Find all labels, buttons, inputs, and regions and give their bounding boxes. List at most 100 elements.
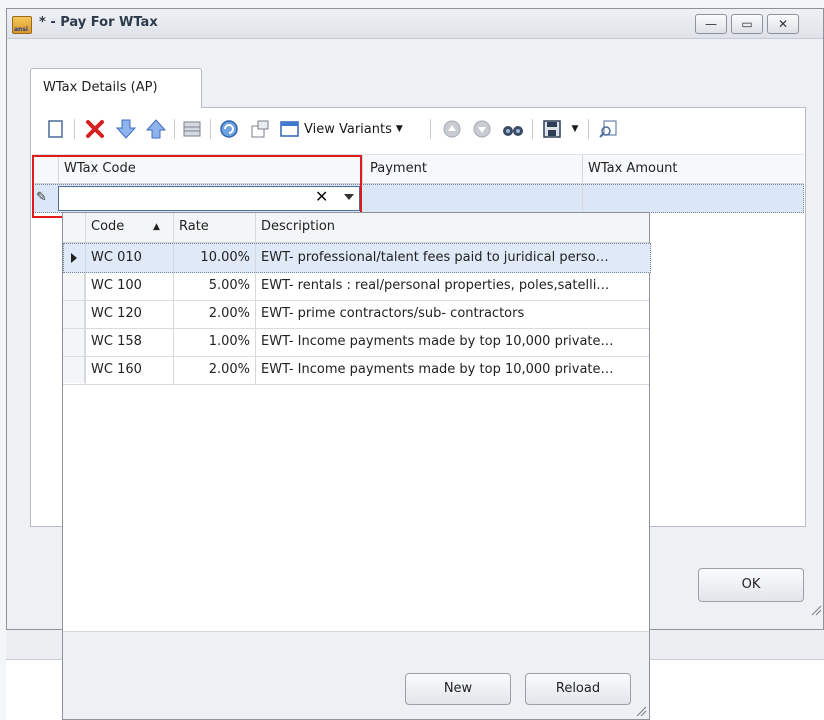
- title-bar[interactable]: ansi * - Pay For WTax — ▭ ✕: [7, 9, 823, 39]
- toolbar-separator: [210, 119, 211, 139]
- close-button[interactable]: ✕: [767, 14, 799, 34]
- view-variants-label: View Variants: [304, 121, 392, 137]
- app-icon-text: ansi: [14, 26, 28, 33]
- column-divider: [255, 272, 256, 300]
- column-divider: [255, 300, 256, 328]
- column-divider: [85, 300, 86, 328]
- column-divider: [173, 244, 174, 272]
- lookup-row[interactable]: WC 158 1.00% EWT- Income payments made b…: [63, 328, 649, 357]
- lookup-cell-code: WC 010: [91, 250, 142, 265]
- nav-up-button[interactable]: [440, 116, 464, 142]
- lookup-row[interactable]: WC 010 10.00% EWT- professional/talent f…: [63, 243, 651, 273]
- ok-button[interactable]: OK: [698, 568, 804, 602]
- delete-button[interactable]: [82, 116, 108, 142]
- toolbar-separator: [174, 119, 175, 139]
- column-divider: [85, 328, 86, 356]
- minimize-button[interactable]: —: [695, 14, 727, 34]
- current-row-indicator-icon: [71, 253, 77, 263]
- lookup-cell-rate: 5.00%: [208, 278, 250, 293]
- lookup-cell-description: EWT- prime contractors/sub- contractors: [261, 306, 525, 321]
- column-divider: [85, 272, 86, 300]
- close-icon: ✕: [777, 17, 789, 31]
- arrow-down-icon: [116, 119, 136, 139]
- column-divider: [85, 213, 86, 243]
- toolbar-separator: [588, 119, 589, 139]
- column-header-payment[interactable]: Payment: [370, 161, 427, 176]
- lookup-cell-rate: 2.00%: [208, 362, 250, 377]
- column-divider: [362, 155, 363, 185]
- refresh-button[interactable]: [216, 116, 242, 142]
- move-up-button[interactable]: [144, 116, 168, 142]
- tab-label: WTax Details (AP): [43, 80, 158, 95]
- circle-up-icon: [443, 120, 461, 138]
- app-icon: ansi: [12, 16, 32, 34]
- lookup-cell-code: WC 100: [91, 278, 142, 293]
- reload-button[interactable]: Reload: [525, 673, 631, 705]
- table-icon: [183, 121, 201, 137]
- lookup-cell-description: EWT- professional/talent fees paid to ju…: [261, 250, 609, 265]
- lookup-row[interactable]: WC 120 2.00% EWT- prime contractors/sub-…: [63, 300, 649, 329]
- lookup-cell-rate: 1.00%: [208, 334, 250, 349]
- column-divider: [255, 244, 256, 272]
- move-down-button[interactable]: [114, 116, 138, 142]
- column-divider: [173, 213, 174, 243]
- lookup-cell-description: EWT- rentals : real/personal properties,…: [261, 278, 610, 293]
- find-button[interactable]: [500, 116, 526, 142]
- column-divider: [173, 356, 174, 384]
- column-divider: [255, 328, 256, 356]
- lookup-row[interactable]: WC 160 2.00% EWT- Income payments made b…: [63, 356, 649, 385]
- arrow-up-icon: [146, 119, 166, 139]
- magnifier-document-icon: [599, 120, 617, 138]
- lookup-column-rate[interactable]: Rate: [179, 219, 209, 234]
- resize-grip-icon[interactable]: [810, 604, 822, 616]
- nav-down-button[interactable]: [470, 116, 494, 142]
- view-variants-button[interactable]: View Variants ▼: [280, 116, 430, 142]
- column-divider: [85, 356, 86, 384]
- save-layout-icon: [543, 120, 561, 138]
- column-divider: [173, 300, 174, 328]
- resize-grip-icon[interactable]: [635, 705, 647, 717]
- wtax-code-lookup-popup: Code ▲ Rate Description WC 010 10.00% EW…: [62, 212, 651, 720]
- tab-wtax-details[interactable]: WTax Details (AP): [30, 68, 202, 108]
- maximize-icon: ▭: [741, 17, 753, 31]
- delete-x-icon: [86, 120, 104, 138]
- column-divider: [255, 213, 256, 243]
- lookup-column-code[interactable]: Code: [91, 219, 124, 234]
- new-button[interactable]: New: [405, 673, 511, 705]
- lookup-cell-description: EWT- Income payments made by top 10,000 …: [261, 362, 614, 377]
- layout-button[interactable]: [540, 116, 564, 142]
- column-header-wtax-amount[interactable]: WTax Amount: [588, 161, 678, 176]
- lookup-cell-rate: 10.00%: [200, 250, 250, 265]
- grid-settings-button[interactable]: [180, 116, 204, 142]
- minimize-icon: —: [705, 17, 717, 31]
- maximize-button[interactable]: ▭: [731, 14, 763, 34]
- column-divider: [582, 155, 583, 185]
- lookup-row[interactable]: WC 100 5.00% EWT- rentals : real/persona…: [63, 272, 649, 301]
- column-divider: [255, 356, 256, 384]
- toolbar-separator: [74, 119, 75, 139]
- sort-ascending-icon: ▲: [153, 222, 160, 232]
- preview-button[interactable]: [596, 116, 620, 142]
- lookup-cell-code: WC 160: [91, 362, 142, 377]
- chevron-down-icon: ▼: [571, 124, 579, 134]
- lookup-cell-code: WC 158: [91, 334, 142, 349]
- chevron-down-icon: ▼: [395, 124, 403, 134]
- lookup-cell-code: WC 120: [91, 306, 142, 321]
- toolbar: View Variants ▼ ▼: [38, 112, 798, 148]
- refresh-icon: [220, 120, 238, 138]
- lookup-header: Code ▲ Rate Description: [63, 213, 649, 243]
- layout-dropdown-button[interactable]: ▼: [568, 116, 582, 142]
- toolbar-separator: [430, 119, 431, 139]
- column-divider: [85, 244, 86, 272]
- window-export-icon: [251, 120, 269, 138]
- column-divider: [173, 272, 174, 300]
- window-title: * - Pay For WTax: [39, 15, 158, 30]
- lookup-cell-description: EWT- Income payments made by top 10,000 …: [261, 334, 614, 349]
- lookup-cell-rate: 2.00%: [208, 306, 250, 321]
- binoculars-icon: [503, 126, 523, 136]
- lookup-column-description[interactable]: Description: [261, 219, 335, 234]
- new-row-button[interactable]: [44, 116, 68, 142]
- circle-down-icon: [473, 120, 491, 138]
- column-divider: [582, 185, 583, 212]
- export-button[interactable]: [248, 116, 272, 142]
